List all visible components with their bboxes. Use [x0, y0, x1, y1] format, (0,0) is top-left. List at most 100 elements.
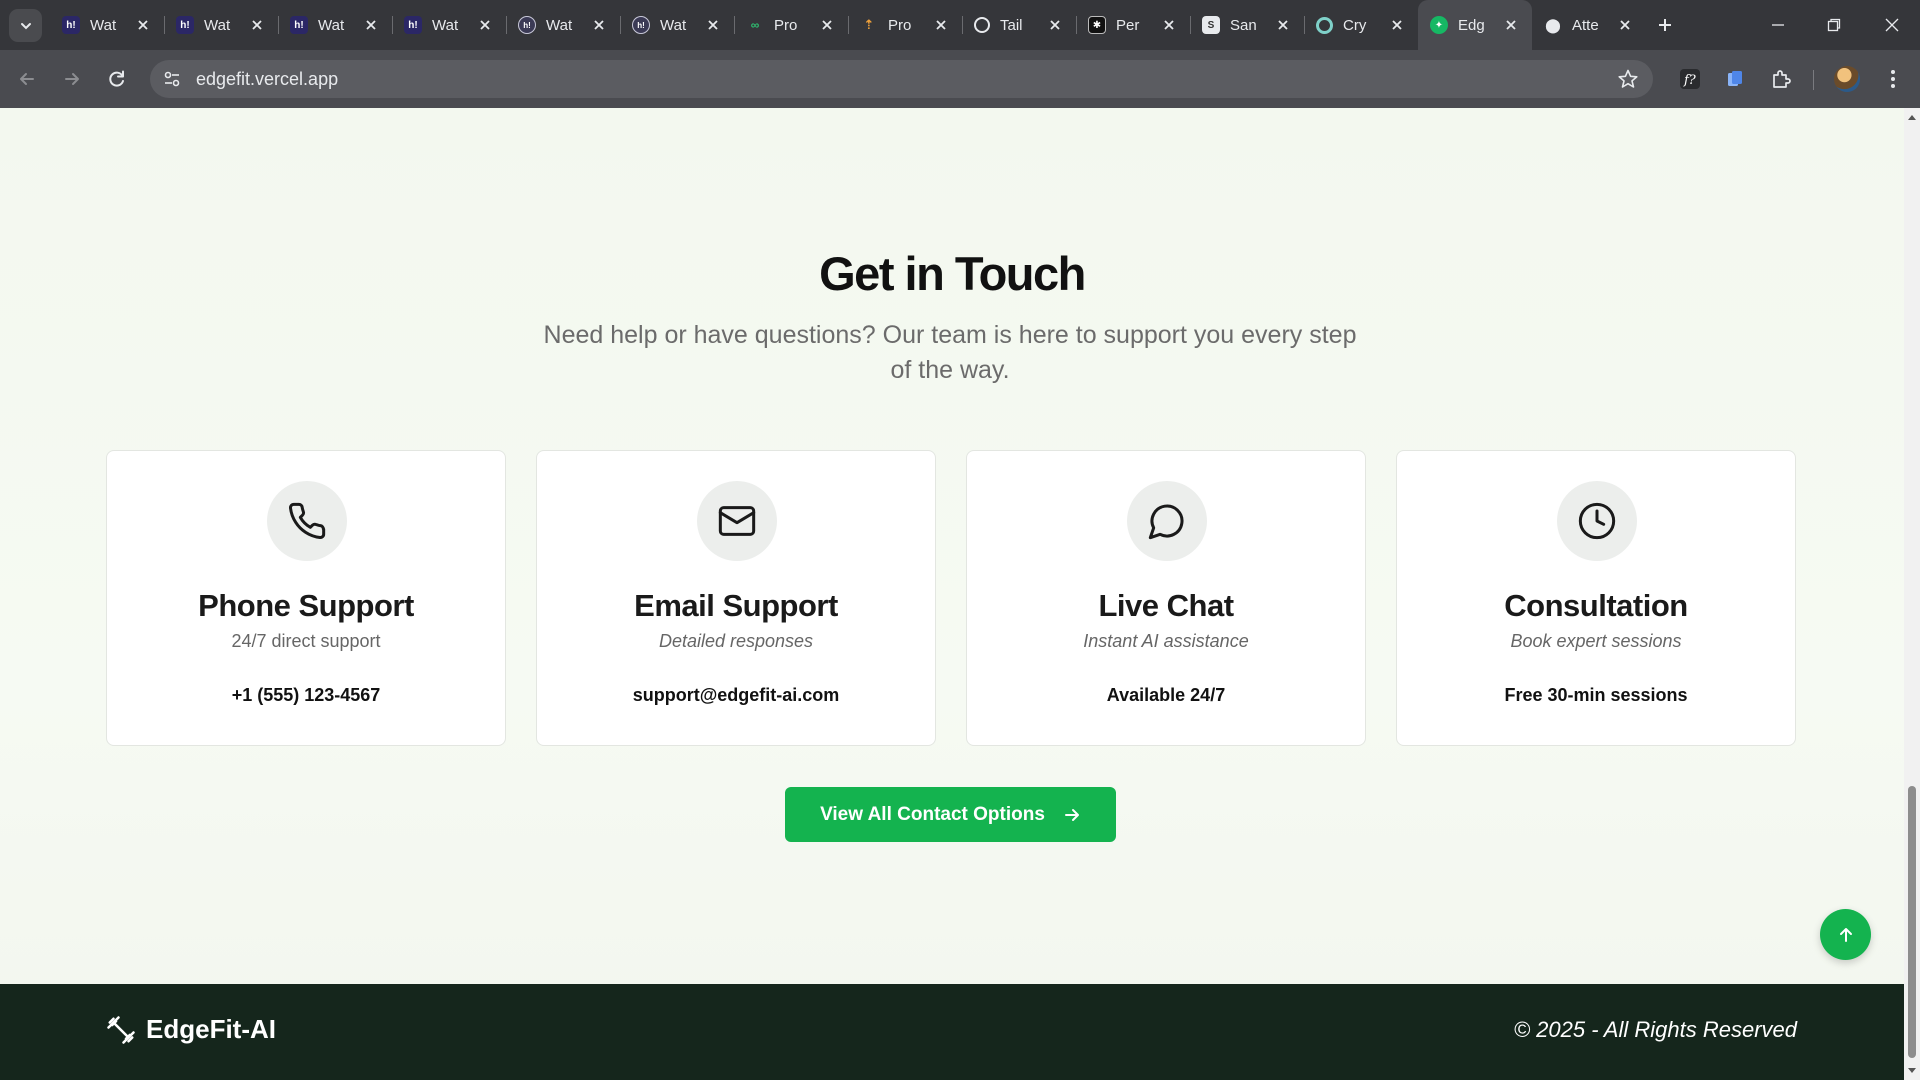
function-icon: f? — [1680, 69, 1700, 89]
browser-tab[interactable]: ⬤ Atte — [1532, 0, 1646, 50]
tab-title: Atte — [1572, 16, 1599, 34]
site-settings-icon[interactable] — [162, 69, 182, 89]
card-title: Live Chat — [1098, 588, 1234, 623]
h-logo-icon: h! — [62, 16, 80, 34]
section-title: Get in Touch — [819, 247, 1086, 300]
tab-title: Wat — [204, 16, 231, 34]
close-icon[interactable] — [1160, 16, 1178, 34]
close-icon[interactable] — [704, 16, 722, 34]
close-icon[interactable] — [1274, 16, 1292, 34]
card-value: Free 30-min sessions — [1504, 685, 1688, 705]
cta-label: View All Contact Options — [820, 803, 1045, 825]
contact-card-chat[interactable]: Live Chat Instant AI assistance Availabl… — [966, 450, 1366, 746]
scrollbar-thumb[interactable] — [1908, 786, 1916, 1058]
browser-tab[interactable]: h! Wat — [50, 0, 164, 50]
footer-brand[interactable]: EdgeFit-AI — [106, 1014, 276, 1045]
svg-text:f?: f? — [1683, 73, 1697, 88]
card-subtitle: 24/7 direct support — [231, 631, 381, 651]
card-value[interactable]: support@edgefit-ai.com — [537, 685, 935, 706]
card-subtitle: Detailed responses — [658, 631, 814, 651]
browser-tab[interactable]: h! Wat — [620, 0, 734, 50]
card-title: Email Support — [634, 588, 838, 623]
close-icon[interactable] — [1046, 16, 1064, 34]
card-subtitle: Instant AI assistance — [1083, 631, 1249, 651]
tab-title: San — [1230, 16, 1257, 34]
clock-icon — [1578, 502, 1616, 540]
card-title: Consultation — [1504, 588, 1688, 623]
tab-title: Wat — [318, 16, 345, 34]
extension-files-button[interactable] — [1721, 65, 1749, 93]
mail-icon — [718, 506, 756, 536]
scroll-up-arrow-icon[interactable] — [1907, 112, 1917, 122]
new-tab-button[interactable] — [1652, 12, 1678, 38]
scroll-down-arrow-icon[interactable] — [1907, 1066, 1917, 1076]
extensions-button[interactable] — [1767, 65, 1795, 93]
close-icon[interactable] — [1388, 16, 1406, 34]
h-logo-icon: h! — [290, 16, 308, 34]
browser-tab[interactable]: Tail — [962, 0, 1076, 50]
arrow-right-icon — [65, 73, 79, 85]
tab-list: h! Wat h! Wat h! Wat h! Wat h! Wat h! Wa… — [50, 0, 1646, 50]
url-text[interactable]: edgefit.vercel.app — [196, 69, 338, 90]
close-icon[interactable] — [932, 16, 950, 34]
scroll-to-top-button[interactable] — [1820, 909, 1871, 960]
page-viewport: Get in Touch Need help or have questions… — [0, 108, 1904, 1080]
browser-tab[interactable]: ✱ Per — [1076, 0, 1190, 50]
browser-tab[interactable]: S San — [1190, 0, 1304, 50]
bookmark-star-icon[interactable] — [1617, 68, 1639, 90]
page-scrollbar[interactable] — [1904, 108, 1920, 1080]
forward-button[interactable] — [58, 65, 86, 93]
browser-toolbar: edgefit.vercel.app f? — [0, 50, 1920, 108]
close-icon[interactable] — [134, 16, 152, 34]
tab-title: Pro — [774, 16, 798, 34]
reload-icon — [109, 70, 124, 87]
close-window-button[interactable] — [1864, 0, 1920, 50]
browser-tab[interactable]: h! Wat — [506, 0, 620, 50]
minimize-button[interactable] — [1750, 0, 1806, 50]
close-icon[interactable] — [248, 16, 266, 34]
puzzle-icon — [1773, 70, 1791, 88]
arrow-right-icon — [1064, 808, 1079, 821]
back-button[interactable] — [13, 65, 41, 93]
minimize-icon — [1772, 24, 1784, 26]
close-icon[interactable] — [1616, 16, 1634, 34]
card-value[interactable]: +1 (555) 123-4567 — [107, 685, 505, 706]
edgefit-logo-icon: ✦ — [1430, 16, 1448, 34]
browser-tab[interactable]: h! Wat — [164, 0, 278, 50]
close-icon[interactable] — [590, 16, 608, 34]
restore-button[interactable] — [1806, 0, 1862, 50]
tab-title: Edg — [1458, 16, 1485, 34]
close-icon[interactable] — [362, 16, 380, 34]
view-all-contact-options-button[interactable]: View All Contact Options — [785, 787, 1116, 842]
browser-tab[interactable]: ∞ Pro — [734, 0, 848, 50]
card-value: Available 24/7 — [1106, 685, 1226, 705]
contact-card-email[interactable]: Email Support Detailed responses support… — [536, 450, 936, 746]
phone-icon — [289, 502, 326, 539]
address-bar[interactable]: edgefit.vercel.app — [150, 60, 1653, 98]
contact-card-consultation[interactable]: Consultation Book expert sessions Free 3… — [1396, 450, 1796, 746]
tab-search-button[interactable] — [9, 9, 42, 42]
tab-title: Wat — [432, 16, 459, 34]
browser-tab[interactable]: ⇡ Pro — [848, 0, 962, 50]
browser-tab[interactable]: Cry — [1304, 0, 1418, 50]
reload-button[interactable] — [103, 65, 131, 93]
browser-tab-active[interactable]: ✦ Edg — [1418, 0, 1532, 50]
tab-title: Pro — [888, 16, 912, 34]
infinity-logo-icon: ∞ — [750, 18, 760, 32]
dumbbell-logo-icon — [107, 1015, 135, 1044]
extension-fx-button[interactable]: f? — [1676, 65, 1704, 93]
footer-copyright: © 2025 - All Rights Reserved — [1513, 1017, 1797, 1042]
close-icon[interactable] — [476, 16, 494, 34]
contact-card-phone[interactable]: Phone Support 24/7 direct support +1 (55… — [106, 450, 506, 746]
plus-icon — [1659, 19, 1671, 31]
browser-tab[interactable]: h! Wat — [278, 0, 392, 50]
close-icon[interactable] — [818, 16, 836, 34]
profile-avatar[interactable] — [1834, 66, 1860, 92]
card-icon-circle — [697, 481, 777, 561]
openai-logo-icon — [974, 17, 990, 33]
tab-title: Wat — [546, 16, 573, 34]
browser-tab[interactable]: h! Wat — [392, 0, 506, 50]
close-icon[interactable] — [1502, 16, 1520, 34]
browser-menu-button[interactable] — [1879, 65, 1907, 93]
card-icon-circle — [267, 481, 347, 561]
